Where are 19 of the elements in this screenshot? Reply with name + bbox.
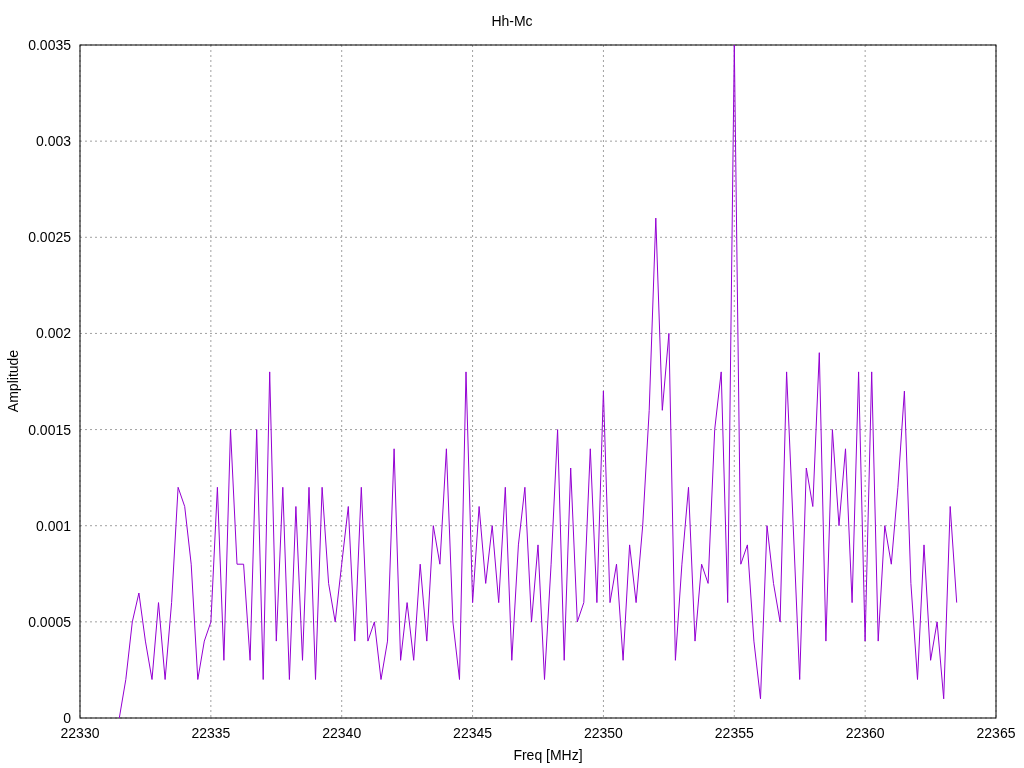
tick-label: 0.0005 [28, 613, 71, 630]
tick-label: 0.0035 [28, 37, 71, 53]
tick-label: 0 [63, 710, 71, 726]
tick-label: 0.0025 [28, 229, 71, 246]
axis-label: Freq [MHz] [513, 747, 583, 763]
tick-label: 22330 [60, 725, 100, 741]
tick-label: 0.003 [35, 133, 71, 150]
tick-label: 0.001 [35, 517, 71, 534]
tick-label: 22345 [453, 725, 493, 741]
tick-label: 22360 [845, 725, 885, 741]
tick-label: 22350 [583, 725, 623, 741]
tick-label: 0.002 [35, 325, 71, 342]
tick-label: 22340 [322, 725, 362, 741]
tick-label: 22335 [191, 725, 231, 741]
tick-label: 22365 [976, 725, 1016, 741]
axis-label: Amplitude [5, 349, 21, 413]
tick-label: 22355 [714, 725, 754, 741]
tick-label: 0.0015 [28, 421, 71, 438]
chart-title: Hh-Mc [491, 13, 533, 29]
